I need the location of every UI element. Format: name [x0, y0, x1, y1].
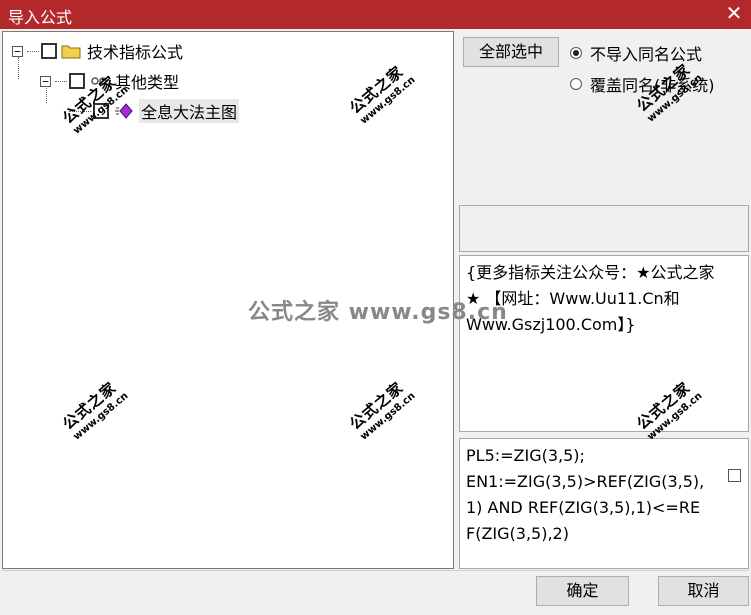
formula-tree[interactable]: − 技术指标公式 − 其他类型 全息大法主图 [2, 31, 454, 569]
tree-root-checkbox[interactable] [41, 43, 57, 59]
link-icon [91, 77, 107, 85]
dialog-body: − 技术指标公式 − 其他类型 全息大法主图 全部选中 不导入同名公式 覆盖同名… [0, 29, 751, 615]
option-no-import-same-label: 不导入同名公式 [590, 45, 703, 64]
collapse-icon[interactable]: − [12, 45, 23, 57]
option-overwrite-same-label: 覆盖同名(非系统) [590, 76, 715, 95]
info-text: {更多指标关注公众号：★公式之家★ 【网址：Www.Uu11.Cn和Www.Gs… [466, 263, 715, 334]
radio-no-import-same[interactable] [570, 47, 582, 59]
radio-overwrite-same[interactable] [570, 78, 582, 90]
title-bar: 导入公式 ✕ [0, 0, 751, 29]
formula-code-box[interactable]: PL5:=ZIG(3,5); EN1:=ZIG(3,5)>REF(ZIG(3,5… [459, 438, 749, 569]
tree-node-group[interactable]: − 其他类型 [40, 69, 179, 93]
folder-icon [61, 45, 81, 59]
tree-group-checkbox[interactable] [69, 73, 85, 89]
info-box[interactable]: {更多指标关注公众号：★公式之家★ 【网址：Www.Uu11.Cn和Www.Gs… [459, 255, 749, 432]
code-box-checkbox[interactable] [728, 469, 741, 482]
tree-connector [55, 80, 67, 82]
option-no-import-same[interactable]: 不导入同名公式 [570, 41, 702, 65]
select-all-button[interactable]: 全部选中 [463, 37, 559, 67]
button-bar [2, 570, 749, 601]
tree-connector [27, 50, 39, 52]
cancel-button[interactable]: 取消 [658, 576, 749, 606]
formula-code-text: PL5:=ZIG(3,5); EN1:=ZIG(3,5)>REF(ZIG(3,5… [466, 446, 705, 543]
tree-node-item[interactable]: 全息大法主图 [69, 99, 240, 123]
close-icon[interactable]: ✕ [723, 2, 745, 24]
option-overwrite-same[interactable]: 覆盖同名(非系统) [570, 72, 715, 96]
tree-group-label: 其他类型 [115, 73, 180, 92]
blank-panel [459, 205, 749, 252]
tree-item-checkbox[interactable] [93, 103, 109, 119]
ok-button[interactable]: 确定 [536, 576, 629, 606]
collapse-icon[interactable]: − [40, 75, 51, 87]
tree-root-label: 技术指标公式 [87, 43, 184, 62]
formula-diamond-icon [115, 103, 133, 119]
tree-node-root[interactable]: − 技术指标公式 [12, 39, 183, 63]
tree-item-label: 全息大法主图 [139, 99, 240, 123]
window-title: 导入公式 [8, 8, 73, 27]
tree-connector [69, 110, 91, 112]
